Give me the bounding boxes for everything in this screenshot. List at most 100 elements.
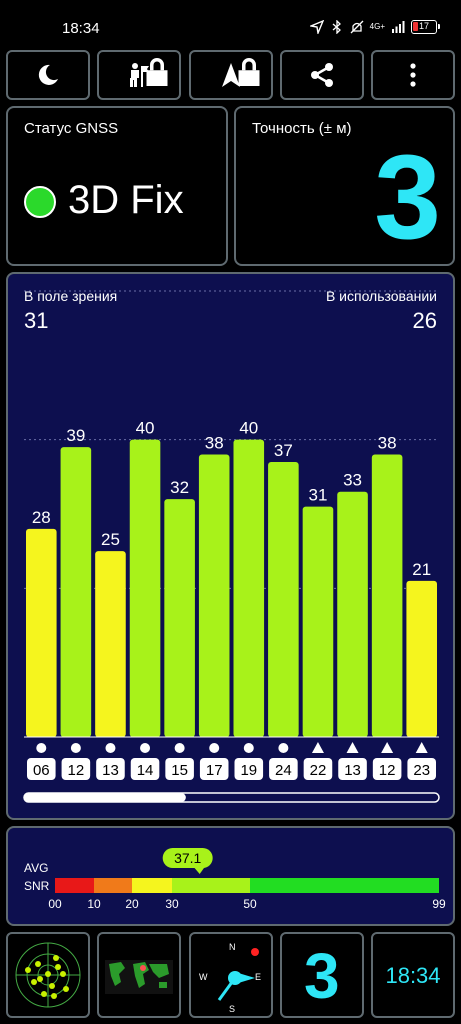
- satellite-id-label: 23: [413, 762, 430, 779]
- share-button[interactable]: [279, 50, 364, 100]
- snr-scale: AVG SNR 00 10 20 30 50 99 37.1: [24, 848, 446, 911]
- glonass-marker: [381, 742, 394, 753]
- snr-tick-label: 30: [165, 897, 179, 911]
- satellite-id-label: 13: [344, 762, 361, 779]
- signal-bar[interactable]: [302, 506, 334, 737]
- satellites-in-use-tile[interactable]: 3: [279, 932, 364, 1018]
- accuracy-title: Точность (± м): [252, 120, 352, 137]
- signal-bar[interactable]: [371, 454, 403, 737]
- compass-icon: N W E S: [199, 942, 261, 1014]
- satellite-id-label: 12: [379, 762, 396, 779]
- hiker-mode-button[interactable]: [97, 50, 182, 100]
- accuracy-value: 3: [374, 130, 441, 264]
- snr-bar-chart: 28 06 39 12 25 13 40 14 32 15 38 17 40 19 37 24 31 22 33 13…: [23, 290, 440, 803]
- snr-tick-label: 00: [48, 897, 62, 911]
- avg-snr-panel: AVG SNR 00 10 20 30 50 99 37.1: [6, 826, 455, 926]
- toolbar: [6, 50, 455, 100]
- bar-value-label: 37: [274, 441, 293, 460]
- accuracy-panel[interactable]: Точность (± м) 3: [234, 106, 455, 266]
- bar-value-label: 40: [136, 419, 155, 438]
- signal-bar[interactable]: [406, 580, 437, 737]
- location-icon: [309, 20, 324, 34]
- satellite-id-label: 17: [206, 762, 223, 779]
- signal-bar[interactable]: [60, 447, 92, 737]
- compass-east-label: E: [255, 972, 261, 982]
- battery-indicator: 17: [411, 20, 440, 34]
- snr-tick-label: 50: [243, 897, 257, 911]
- sky-view-button[interactable]: [6, 932, 90, 1018]
- bar-value-label: 32: [170, 478, 189, 497]
- status-bar: 18:34 4G+ 17: [0, 0, 461, 46]
- glonass-marker: [346, 742, 359, 753]
- bar-value-label: 40: [239, 419, 258, 438]
- satellite-id-label: 19: [240, 762, 257, 779]
- gps-marker: [105, 743, 116, 753]
- signal-bar[interactable]: [337, 491, 368, 737]
- gps-marker: [209, 743, 220, 753]
- signal-icon: [392, 21, 405, 33]
- snr-tick-label: 20: [125, 897, 139, 911]
- satellite-id-label: 24: [275, 762, 292, 779]
- signal-bar[interactable]: [233, 439, 265, 737]
- bar-value-label: 21: [412, 560, 431, 579]
- snr-label: SNR: [24, 879, 50, 893]
- bluetooth-icon: [332, 20, 341, 34]
- satellite-signal-panel[interactable]: В поле зрения 31 В использовании 26 28 06…: [6, 272, 455, 820]
- glonass-marker: [311, 742, 324, 753]
- satellite-id-label: 22: [310, 762, 327, 779]
- snr-segment: [172, 878, 250, 893]
- gnss-status-title: Статус GNSS: [24, 120, 119, 137]
- avg-snr-pointer: [193, 867, 205, 874]
- navigation-button[interactable]: [188, 50, 273, 100]
- clock-value: 18:34: [385, 963, 441, 988]
- bar-value-label: 39: [66, 426, 85, 445]
- snr-segment: [250, 878, 439, 893]
- signal-bar[interactable]: [95, 551, 126, 737]
- more-options-button[interactable]: [371, 50, 455, 100]
- status-time: 18:34: [62, 20, 100, 37]
- night-mode-button[interactable]: [6, 50, 90, 100]
- bottom-bar: N W E S 3 18:34: [6, 932, 455, 1018]
- satellite-id-label: 13: [102, 762, 119, 779]
- snr-segment: [94, 878, 132, 893]
- satellite-id-label: 15: [171, 762, 188, 779]
- satellites-in-use-value: 3: [303, 940, 340, 1012]
- compass-button[interactable]: N W E S: [188, 932, 273, 1018]
- world-map-icon: [105, 960, 174, 994]
- signal-bar[interactable]: [26, 528, 57, 737]
- compass-west-label: W: [199, 972, 208, 982]
- bar-value-label: 28: [32, 508, 51, 527]
- satellite-id-label: 06: [33, 762, 50, 779]
- gps-marker: [70, 743, 81, 753]
- avg-label: AVG: [24, 861, 48, 875]
- fix-indicator-dot: [24, 186, 56, 218]
- snr-segment: [55, 878, 94, 893]
- compass-north-label: N: [229, 942, 236, 952]
- scrollbar-thumb[interactable]: [24, 793, 186, 802]
- signal-bar[interactable]: [164, 499, 195, 737]
- compass-south-label: S: [229, 1004, 235, 1014]
- signal-bar[interactable]: [268, 461, 299, 737]
- lock-icon: [238, 58, 259, 86]
- snr-tick-label: 99: [432, 897, 446, 911]
- gps-marker: [243, 743, 254, 753]
- bar-value-label: 31: [308, 486, 327, 505]
- bar-value-label: 38: [205, 434, 224, 453]
- network-type: 4G+: [369, 22, 385, 31]
- mute-icon: [350, 20, 364, 34]
- signal-bar[interactable]: [198, 454, 230, 737]
- world-map-button[interactable]: [97, 932, 182, 1018]
- bar-value-label: 33: [343, 471, 362, 490]
- gps-marker: [140, 743, 151, 753]
- moon-icon: [38, 64, 58, 85]
- bar-value-label: 25: [101, 530, 120, 549]
- share-icon: [310, 63, 333, 87]
- gnss-status-panel[interactable]: Статус GNSS 3D Fix: [6, 106, 228, 266]
- gps-marker: [278, 743, 289, 753]
- snr-segment: [132, 878, 172, 893]
- avg-snr-value: 37.1: [174, 850, 201, 866]
- signal-bar[interactable]: [129, 439, 161, 737]
- satellite-id-label: 12: [68, 762, 85, 779]
- clock-tile[interactable]: 18:34: [371, 932, 455, 1018]
- status-icons: 4G+ 17: [309, 20, 440, 34]
